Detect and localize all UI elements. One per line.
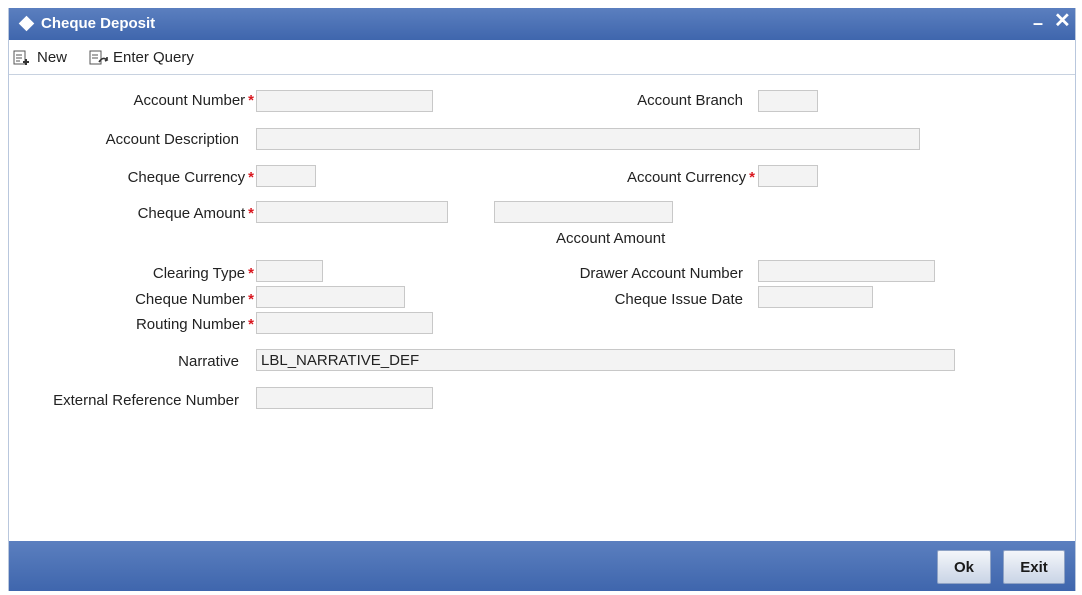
account-description-field[interactable] bbox=[256, 128, 920, 150]
account-number-label: Account Number * bbox=[133, 92, 254, 109]
enter-query-icon bbox=[89, 50, 109, 64]
required-marker: * bbox=[248, 205, 254, 222]
account-amount-label: Account Amount bbox=[556, 230, 666, 247]
required-marker: * bbox=[248, 291, 254, 308]
exit-button[interactable]: Exit bbox=[1003, 550, 1065, 584]
external-reference-number-label: External Reference Number bbox=[53, 392, 239, 409]
ok-button[interactable]: Ok bbox=[937, 550, 991, 584]
routing-number-field[interactable] bbox=[256, 312, 433, 334]
minimize-icon[interactable]: – bbox=[1033, 14, 1043, 32]
new-button[interactable]: New bbox=[13, 49, 67, 66]
narrative-field[interactable] bbox=[256, 349, 955, 371]
account-currency-label: Account Currency * bbox=[626, 169, 755, 186]
required-marker: * bbox=[248, 265, 254, 282]
clearing-type-label: Clearing Type * bbox=[152, 265, 254, 282]
window-title: Cheque Deposit bbox=[41, 15, 156, 32]
cheque-number-field[interactable] bbox=[256, 286, 405, 308]
cheque-deposit-window: Cheque Deposit – ✕ New Enter Query Accou… bbox=[8, 8, 1076, 591]
required-marker: * bbox=[248, 169, 254, 186]
toolbar: New Enter Query bbox=[9, 40, 1075, 75]
account-number-field[interactable] bbox=[256, 90, 433, 112]
external-reference-number-field[interactable] bbox=[256, 387, 433, 409]
required-marker: * bbox=[248, 316, 254, 333]
routing-number-label: Routing Number * bbox=[135, 316, 254, 333]
enter-query-button[interactable]: Enter Query bbox=[89, 49, 194, 66]
drawer-account-number-label: Drawer Account Number bbox=[579, 265, 743, 282]
drawer-account-number-field[interactable] bbox=[758, 260, 935, 282]
title-bar: Cheque Deposit – ✕ bbox=[9, 8, 1075, 40]
clearing-type-field[interactable] bbox=[256, 260, 323, 282]
cheque-issue-date-field[interactable] bbox=[758, 286, 873, 308]
new-icon bbox=[13, 50, 29, 65]
diamond-icon bbox=[18, 15, 35, 32]
cheque-issue-date-label: Cheque Issue Date bbox=[614, 291, 743, 308]
cheque-currency-label: Cheque Currency * bbox=[127, 169, 254, 186]
new-label: New bbox=[37, 49, 68, 66]
required-marker: * bbox=[248, 92, 254, 109]
account-currency-field[interactable] bbox=[758, 165, 818, 187]
narrative-label: Narrative bbox=[178, 353, 239, 370]
account-amount-field[interactable] bbox=[494, 201, 673, 223]
enter-query-label: Enter Query bbox=[113, 49, 194, 66]
account-branch-field[interactable] bbox=[758, 90, 818, 112]
cheque-amount-field[interactable] bbox=[256, 201, 448, 223]
cheque-number-label: Cheque Number * bbox=[135, 291, 254, 308]
account-description-label: Account Description bbox=[105, 131, 239, 148]
close-icon[interactable]: ✕ bbox=[1054, 11, 1071, 31]
footer-bar: Ok Exit bbox=[9, 541, 1075, 591]
cheque-currency-field[interactable] bbox=[256, 165, 316, 187]
required-marker: * bbox=[749, 169, 755, 186]
account-branch-label: Account Branch bbox=[637, 92, 743, 109]
cheque-amount-label: Cheque Amount * bbox=[137, 205, 254, 222]
